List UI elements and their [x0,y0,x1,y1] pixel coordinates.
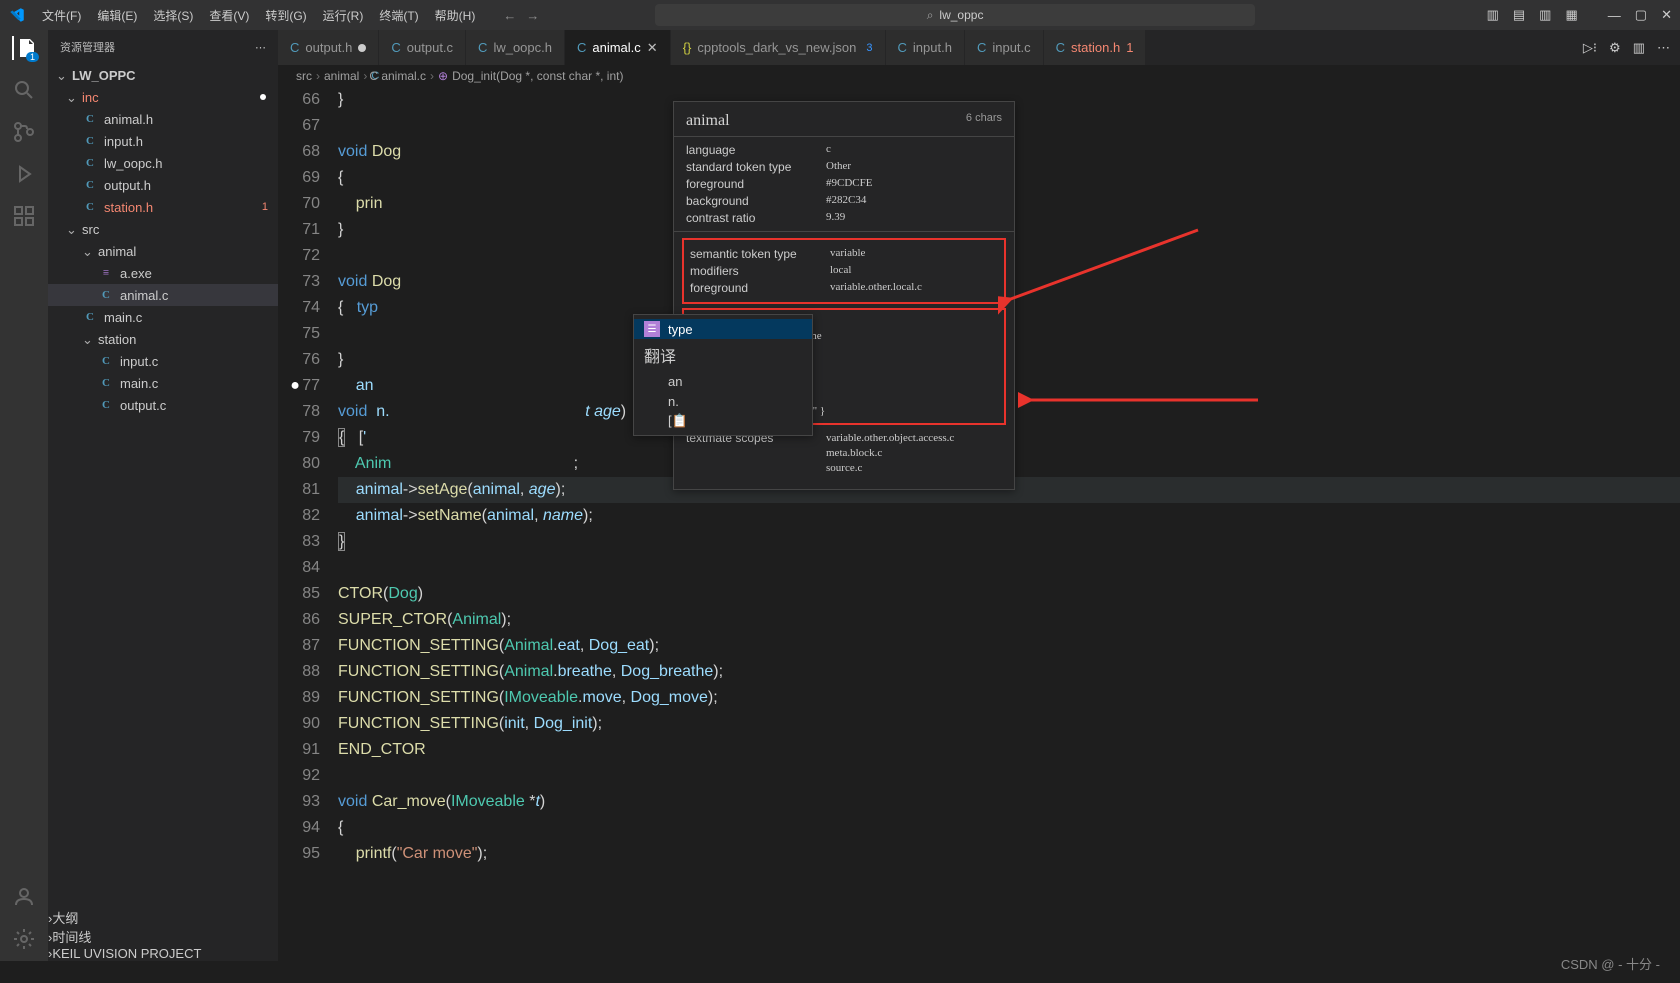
hover-title: animal [686,112,730,130]
nav-fwd-icon[interactable]: → [526,8,539,23]
tab-gear-icon[interactable]: ⚙ [1609,40,1621,56]
suggest-widget[interactable]: ☰type 翻译 an n. [📋 [633,314,813,436]
suggest-item[interactable]: [📋 [634,411,812,431]
timeline-section[interactable]: ›时间线 [48,927,278,946]
breadcrumb[interactable]: src› animal› CC animal.c› ⊕Dog_init(Dog … [278,65,1680,87]
command-center[interactable]: ⌕ lw_oppc [655,4,1255,26]
tree-file[interactable]: Clw_oopc.h [48,152,278,174]
suggest-item[interactable]: an [634,371,812,391]
editor-tab[interactable]: Canimal.c✕ [565,30,671,65]
menu-item[interactable]: 查看(V) [201,7,257,24]
split-editor-icon[interactable]: ▥ [1633,40,1645,56]
maximize-icon[interactable]: ▢ [1635,7,1647,23]
menu-item[interactable]: 选择(S) [145,7,201,24]
tree-folder-animal[interactable]: ⌄animal [48,240,278,262]
tab-more-icon[interactable]: ⋯ [1657,40,1670,56]
editor-tab[interactable]: Cstation.h1 [1044,30,1147,65]
tree-file[interactable]: Cstation.h1 [48,196,278,218]
editor-tab[interactable]: Clw_oopc.h [466,30,565,65]
outline-section[interactable]: ›大纲 [48,908,278,927]
nav-back-icon[interactable]: ← [503,8,516,23]
search-text: lw_oppc [939,8,983,22]
translate-label: 翻译 [634,339,812,371]
customize-layout-icon[interactable]: ▦ [1565,7,1577,23]
dirty-dot-icon [260,94,266,100]
tree-file-selected[interactable]: Canimal.c [48,284,278,306]
editor-tab[interactable]: {}cpptools_dark_vs_new.json3 [671,30,886,65]
keil-section[interactable]: ›KEIL UVISION PROJECT [48,946,278,961]
tree-file[interactable]: Canimal.h [48,108,278,130]
vscode-logo-icon [8,6,26,24]
menu-item[interactable]: 转到(G) [257,7,314,24]
tree-file[interactable]: Cinput.h [48,130,278,152]
title-bar: 文件(F)编辑(E)选择(S)查看(V)转到(G)运行(R)终端(T)帮助(H)… [0,0,1680,30]
debug-icon[interactable] [12,162,36,186]
minimize-icon[interactable]: — [1608,8,1621,23]
explorer-sidebar: 资源管理器 ⋯ ⌄LW_OPPC ⌄inc Canimal.hCinput.hCl… [48,30,278,961]
suggest-item[interactable]: ☰type [634,319,812,339]
tree-file[interactable]: Coutput.c [48,394,278,416]
hover-char-count: 6 chars [966,112,1002,130]
file-tree[interactable]: ⌄LW_OPPC ⌄inc Canimal.hCinput.hClw_oopc.… [48,64,278,908]
activity-bar: 1 [0,30,48,961]
search-activity-icon[interactable] [12,78,36,102]
menu-item[interactable]: 编辑(E) [89,7,145,24]
close-window-icon[interactable]: ✕ [1661,7,1672,23]
menu-item[interactable]: 运行(R) [315,7,372,24]
tree-folder-inc[interactable]: ⌄inc [48,86,278,108]
settings-gear-icon[interactable] [12,927,36,951]
layout-left-icon[interactable]: ▥ [1487,7,1499,23]
nav-arrows: ← → [503,8,539,23]
extensions-icon[interactable] [12,204,36,228]
suggest-item[interactable]: n. [634,391,812,411]
tree-file[interactable]: ≡a.exe [48,262,278,284]
menu-item[interactable]: 帮助(H) [427,7,484,24]
layout-bottom-icon[interactable]: ▤ [1513,7,1525,23]
csdn-watermark: CSDN @ - 十分 - [1561,954,1660,973]
tree-folder-station[interactable]: ⌄station [48,328,278,350]
tree-file[interactable]: Cmain.c [48,306,278,328]
tree-file[interactable]: Cinput.c [48,350,278,372]
dirty-dot-icon [358,44,366,52]
search-icon: ⌕ [927,8,934,23]
sidebar-title: 资源管理器 [60,39,115,55]
close-tab-icon[interactable]: ✕ [647,40,658,56]
tree-root[interactable]: ⌄LW_OPPC [48,64,278,86]
scm-icon[interactable] [12,120,36,144]
editor-tab[interactable]: Coutput.c [379,30,466,65]
accounts-icon[interactable] [12,885,36,909]
tab-bar: Coutput.hCoutput.cClw_oopc.hCanimal.c✕{}… [278,30,1680,65]
semantic-token-box: semantic token typevariablemodifiersloca… [682,238,1006,304]
more-icon[interactable]: ⋯ [255,41,266,54]
tree-file[interactable]: Cmain.c [48,372,278,394]
tree-folder-src[interactable]: ⌄src [48,218,278,240]
layout-right-icon[interactable]: ▥ [1539,7,1551,23]
editor-tab[interactable]: Coutput.h [278,30,379,65]
run-icon[interactable]: ▷⁝ [1583,40,1597,56]
editor-tab[interactable]: Cinput.c [965,30,1044,65]
explorer-icon[interactable]: 1 [12,36,36,60]
menu-item[interactable]: 终端(T) [371,7,426,24]
tree-file[interactable]: Coutput.h [48,174,278,196]
menu-bar: 文件(F)编辑(E)选择(S)查看(V)转到(G)运行(R)终端(T)帮助(H) [34,7,483,24]
menu-item[interactable]: 文件(F) [34,7,89,24]
editor-tab[interactable]: Cinput.h [886,30,965,65]
editor-area: Coutput.hCoutput.cClw_oopc.hCanimal.c✕{}… [278,30,1680,961]
